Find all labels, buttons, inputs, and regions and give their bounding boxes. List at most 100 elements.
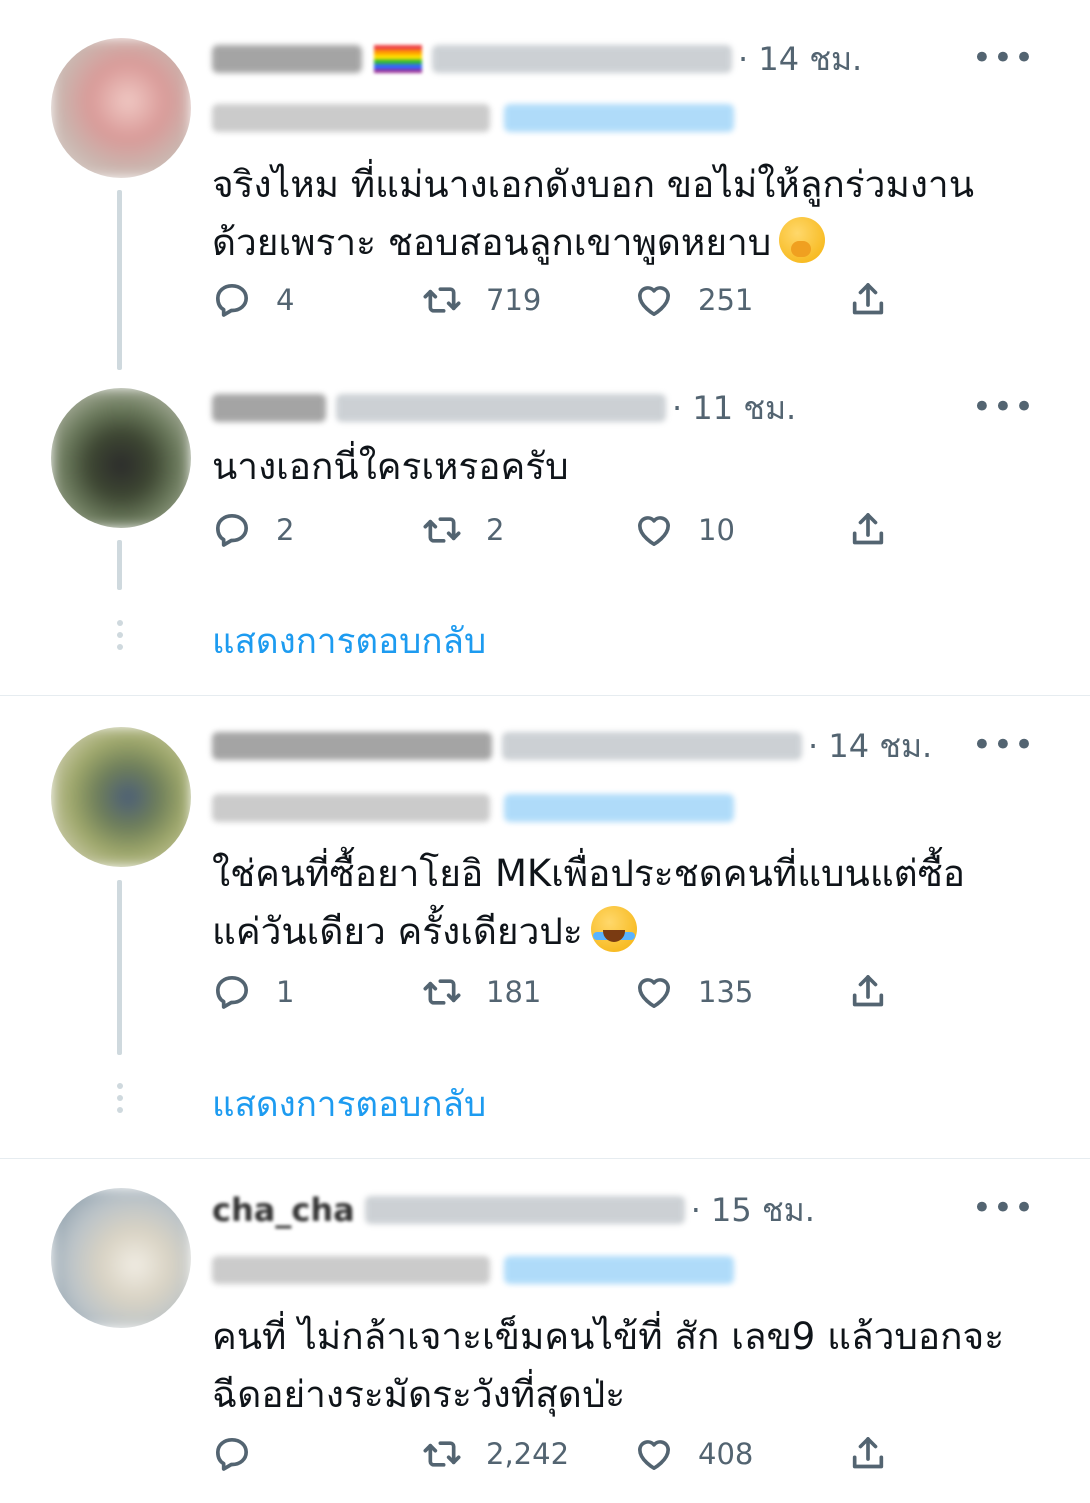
tweet-actions: 1 181 135 (212, 967, 932, 1017)
tweet-actions: 2 2 10 (212, 505, 932, 555)
display-name[interactable]: cha_cha (212, 1191, 355, 1229)
avatar[interactable] (51, 1188, 191, 1328)
reply-icon (216, 976, 249, 1009)
face-with-hand-over-mouth-icon (779, 217, 826, 263)
show-replies-link[interactable]: แสดงการตอบกลับ (0, 1075, 1090, 1135)
handle-redacted[interactable] (432, 45, 732, 73)
avatar[interactable] (51, 38, 191, 178)
retweet-icon (423, 517, 461, 543)
replying-to (212, 98, 734, 138)
retweet-icon (423, 979, 461, 1005)
thread-line (117, 190, 122, 370)
reply-icon (216, 284, 249, 317)
replying-to (212, 788, 734, 828)
retweet-count: 719 (486, 283, 542, 317)
heart-icon (638, 516, 670, 546)
heart-icon (638, 1440, 670, 1470)
display-name-redacted[interactable] (212, 732, 492, 760)
tweet-text: ใช่คนที่ซื้อยาโยอิ MKเพื่อประชดคนที่แบนแ… (212, 845, 1032, 961)
retweet-count: 181 (486, 975, 542, 1009)
show-replies-label[interactable]: แสดงการตอบกลับ (212, 612, 486, 672)
share-icon (852, 1437, 884, 1469)
face-with-tears-of-joy-icon (590, 906, 637, 952)
retweet-count: 2 (486, 513, 505, 547)
divider (0, 695, 1090, 696)
replying-to-handle-redacted[interactable] (504, 104, 734, 132)
reply-button[interactable]: 1 (212, 967, 294, 1017)
handle-redacted[interactable] (502, 732, 802, 760)
replying-to-label-redacted (212, 1256, 490, 1284)
tweet-header: cha_cha · 15 ชม. (212, 1188, 1050, 1232)
more-options-icon[interactable]: ••• (972, 728, 1035, 762)
share-icon (852, 283, 884, 315)
more-options-icon[interactable]: ••• (972, 1191, 1035, 1225)
replying-to-handle-redacted[interactable] (504, 1256, 734, 1284)
handle-redacted[interactable] (364, 1196, 685, 1224)
share-icon (852, 975, 884, 1007)
reply-button[interactable] (212, 1429, 276, 1479)
share-button[interactable] (848, 1429, 888, 1479)
more-options-icon[interactable]: ••• (972, 41, 1035, 75)
tweet-header: · 11 ชม. (212, 386, 1050, 430)
reply-button[interactable]: 2 (212, 505, 294, 555)
like-count: 408 (698, 1437, 754, 1471)
thread-line (117, 540, 122, 590)
replying-to-label-redacted (212, 104, 490, 132)
thread-line (117, 880, 122, 1055)
retweet-count: 2,242 (486, 1437, 570, 1471)
like-count: 135 (698, 975, 754, 1009)
thread-dots (117, 620, 123, 656)
share-button[interactable] (848, 275, 888, 325)
tweet-text: นางเอกนี่ใครเหรอครับ (212, 438, 1032, 496)
show-replies-label[interactable]: แสดงการตอบกลับ (212, 1075, 486, 1135)
like-button[interactable]: 408 (634, 1429, 753, 1479)
reply-icon (216, 514, 249, 547)
reply-count: 2 (276, 513, 295, 547)
avatar[interactable] (51, 727, 191, 867)
tweet-text: คนที่ ไม่กล้าเจาะเข็มคนไข้ที่ สัก เลข9 แ… (212, 1308, 1032, 1424)
tweet-text-line: แค่วันเดียว ครั้งเดียวปะ (212, 903, 1032, 961)
tweet-text-segment: ด้วยเพราะ ชอบสอนลูกเขาพูดหยาบ (212, 221, 772, 264)
share-button[interactable] (848, 967, 888, 1017)
tweet-text-line: จริงไหม ที่แม่นางเอกดังบอก ขอไม่ให้ลูกร่… (212, 163, 974, 206)
retweet-button[interactable]: 2 (422, 505, 504, 555)
like-button[interactable]: 251 (634, 275, 753, 325)
like-count: 10 (698, 513, 735, 547)
replying-to-handle-redacted[interactable] (504, 794, 734, 822)
tweet-header: · 14 ชม. (212, 724, 1050, 768)
tweet-text-line: ด้วยเพราะ ชอบสอนลูกเขาพูดหยาบ (212, 214, 1032, 272)
tweet-timestamp[interactable]: · 14 ชม. (738, 34, 862, 85)
handle-redacted[interactable] (336, 394, 666, 422)
tweet-text: จริงไหม ที่แม่นางเอกดังบอก ขอไม่ให้ลูกร่… (212, 156, 1032, 272)
tweet-actions: 2,242 408 (212, 1429, 932, 1479)
share-icon (852, 513, 884, 545)
retweet-button[interactable]: 719 (422, 275, 541, 325)
tweet-header: · 14 ชม. (212, 37, 1050, 81)
tweet-text-line: คนที่ ไม่กล้าเจาะเข็มคนไข้ที่ สัก เลข9 แ… (212, 1315, 1005, 1358)
more-options-icon[interactable]: ••• (972, 390, 1035, 424)
retweet-button[interactable]: 181 (422, 967, 541, 1017)
avatar[interactable] (51, 388, 191, 528)
reply-button[interactable]: 4 (212, 275, 294, 325)
heart-icon (638, 978, 670, 1008)
retweet-icon (423, 287, 461, 313)
tweet-text-line: ใช่คนที่ซื้อยาโยอิ MKเพื่อประชดคนที่แบนแ… (212, 852, 966, 895)
reply-icon (216, 1438, 249, 1471)
like-button[interactable]: 135 (634, 967, 753, 1017)
share-button[interactable] (848, 505, 888, 555)
tweet-text-segment: แค่วันเดียว ครั้งเดียวปะ (212, 910, 583, 953)
show-replies-link[interactable]: แสดงการตอบกลับ (0, 612, 1090, 672)
tweet-timestamp[interactable]: · 14 ชม. (808, 721, 932, 772)
like-button[interactable]: 10 (634, 505, 735, 555)
display-name-redacted[interactable] (212, 45, 362, 73)
tweet-timestamp[interactable]: · 11 ชม. (672, 383, 796, 434)
tweet-timestamp[interactable]: · 15 ชม. (691, 1185, 815, 1236)
retweet-button[interactable]: 2,242 (422, 1429, 569, 1479)
reply-count: 1 (276, 975, 295, 1009)
like-count: 251 (698, 283, 754, 317)
display-name-redacted[interactable] (212, 394, 326, 422)
heart-icon (638, 286, 670, 316)
divider (0, 1158, 1090, 1159)
retweet-icon (423, 1441, 461, 1467)
rainbow-flag-icon (374, 45, 422, 73)
